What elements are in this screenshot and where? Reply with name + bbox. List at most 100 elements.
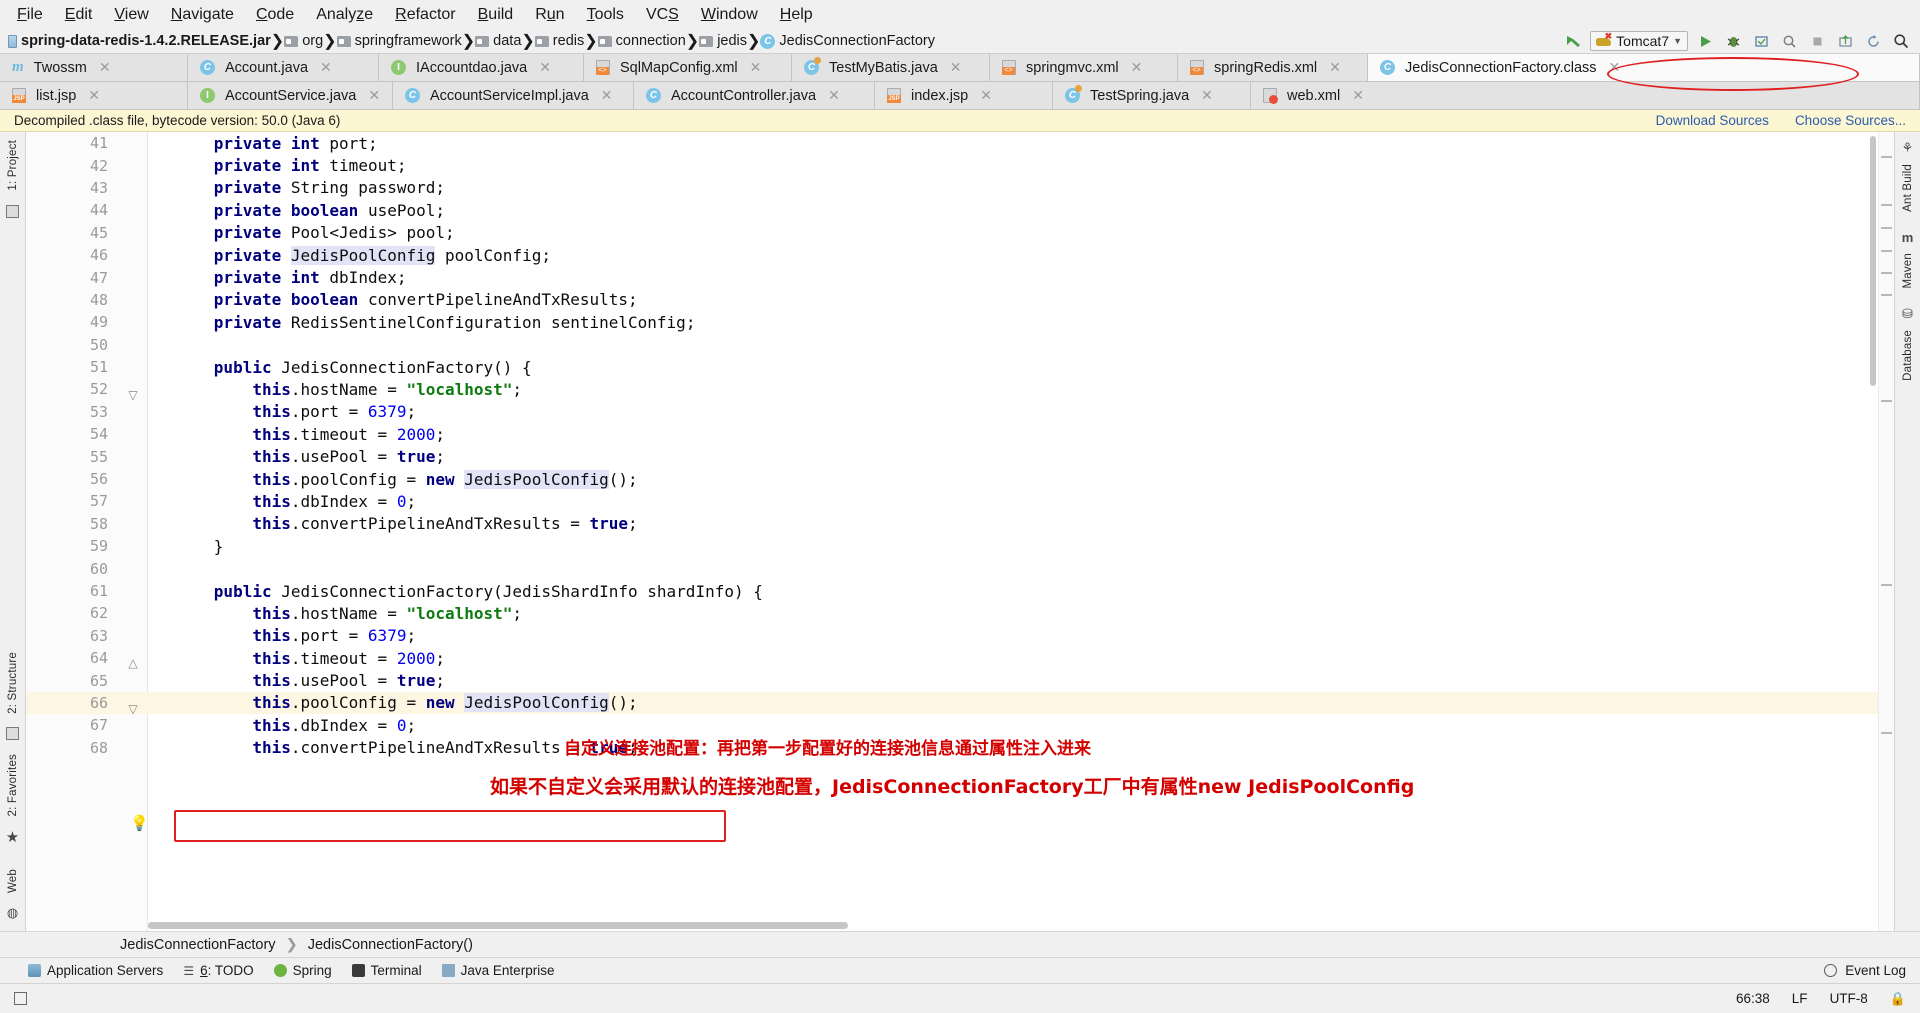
code-line[interactable]: 55 this.usePool = true;: [26, 445, 1894, 467]
code-line[interactable]: 58 this.convertPipelineAndTxResults = tr…: [26, 513, 1894, 535]
code-line[interactable]: 64 this.timeout = 2000;: [26, 647, 1894, 669]
code-line[interactable]: 48 private boolean convertPipelineAndTxR…: [26, 289, 1894, 311]
editor-breadcrumb-method[interactable]: JedisConnectionFactory(): [308, 937, 473, 953]
code-fold-marker[interactable]: ▽: [118, 702, 148, 716]
close-icon[interactable]: ✕: [828, 87, 840, 104]
code-line[interactable]: 49 private RedisSentinelConfiguration se…: [26, 311, 1894, 333]
breadcrumb-item-jedis[interactable]: jedis: [699, 33, 747, 49]
menu-item-help[interactable]: Help: [769, 3, 824, 27]
tool-button-todo[interactable]: ☰ 6: TODO: [183, 963, 253, 978]
code-text[interactable]: }: [148, 537, 1894, 556]
stop-icon[interactable]: [1806, 31, 1828, 51]
menu-item-code[interactable]: Code: [245, 3, 305, 27]
menu-item-run[interactable]: Run: [524, 3, 575, 27]
code-text[interactable]: this.convertPipelineAndTxResults = true;: [148, 514, 1894, 533]
code-line[interactable]: 53 this.port = 6379;: [26, 401, 1894, 423]
download-sources-link[interactable]: Download Sources: [1656, 113, 1769, 128]
coverage-icon[interactable]: [1750, 31, 1772, 51]
structure-panel-icon[interactable]: [6, 727, 19, 741]
sidebar-item-web[interactable]: Web: [5, 861, 21, 901]
tool-button-java-enterprise[interactable]: Java Enterprise: [441, 963, 554, 978]
code-line[interactable]: 60: [26, 557, 1894, 579]
sidebar-item-favorites[interactable]: 2: Favorites: [5, 746, 21, 824]
choose-sources-link[interactable]: Choose Sources...: [1795, 113, 1906, 128]
favorites-star-icon[interactable]: ★: [6, 828, 19, 846]
close-icon[interactable]: ✕: [88, 87, 100, 104]
caret-position[interactable]: 66:38: [1736, 991, 1770, 1006]
line-separator[interactable]: LF: [1792, 991, 1808, 1006]
search-icon[interactable]: [1890, 31, 1912, 51]
tool-button-terminal[interactable]: Terminal: [351, 963, 422, 978]
code-text[interactable]: private int port;: [148, 134, 1894, 153]
back-arrow-icon[interactable]: [1562, 31, 1584, 51]
file-encoding[interactable]: UTF-8: [1830, 991, 1868, 1006]
code-line[interactable]: 42 private int timeout;: [26, 154, 1894, 176]
menu-item-analyze[interactable]: Analyze: [305, 3, 384, 27]
code-text[interactable]: private Pool<Jedis> pool;: [148, 223, 1894, 242]
code-line[interactable]: 46 private JedisPoolConfig poolConfig;: [26, 244, 1894, 266]
menu-item-navigate[interactable]: Navigate: [160, 3, 245, 27]
code-line[interactable]: 44 private boolean usePool;: [26, 199, 1894, 221]
close-icon[interactable]: ✕: [980, 87, 992, 104]
hide-panels-icon[interactable]: [14, 992, 27, 1005]
debug-icon[interactable]: [1722, 31, 1744, 51]
horizontal-scrollbar[interactable]: [148, 922, 848, 929]
code-text[interactable]: public JedisConnectionFactory() {: [148, 358, 1894, 377]
tab-springredis-xml[interactable]: springRedis.xml ✕: [1178, 54, 1368, 82]
tab-account-java[interactable]: C Account.java ✕: [188, 54, 379, 82]
event-log-label[interactable]: Event Log: [1845, 963, 1906, 978]
code-line[interactable]: 43 private String password;: [26, 177, 1894, 199]
editor-breadcrumb-class[interactable]: JedisConnectionFactory: [120, 937, 276, 953]
close-icon[interactable]: ✕: [1609, 59, 1621, 76]
tab-testspring-java[interactable]: C TestSpring.java ✕: [1053, 82, 1251, 110]
code-text[interactable]: private int timeout;: [148, 156, 1894, 175]
breadcrumb-item-connection[interactable]: connection: [597, 33, 686, 49]
code-text[interactable]: this.dbIndex = 0;: [148, 492, 1894, 511]
tab-accountservice-java[interactable]: I AccountService.java ✕: [188, 82, 393, 110]
tab-accountserviceimpl-java[interactable]: C AccountServiceImpl.java ✕: [393, 82, 634, 110]
breadcrumb-item-class[interactable]: C JedisConnectionFactory: [760, 33, 935, 49]
sidebar-item-project[interactable]: 1: Project: [5, 132, 21, 199]
menu-item-window[interactable]: Window: [690, 3, 769, 27]
code-line[interactable]: 63 this.port = 6379;: [26, 625, 1894, 647]
deploy-icon[interactable]: [1834, 31, 1856, 51]
tool-button-application-servers[interactable]: Application Servers: [28, 963, 163, 978]
code-line[interactable]: 65 this.usePool = true;: [26, 669, 1894, 691]
menu-item-view[interactable]: View: [103, 3, 159, 27]
ant-icon[interactable]: ⚘: [1902, 140, 1914, 156]
tab-web-xml[interactable]: web.xml ✕: [1251, 82, 1920, 110]
close-icon[interactable]: ✕: [1201, 87, 1213, 104]
code-text[interactable]: this.timeout = 2000;: [148, 649, 1894, 668]
breadcrumb-item-jar[interactable]: spring-data-redis-1.4.2.RELEASE.jar: [8, 33, 271, 49]
sidebar-item-structure[interactable]: 2: Structure: [5, 644, 21, 722]
menu-item-tools[interactable]: Tools: [576, 3, 635, 27]
database-icon[interactable]: ⛁: [1902, 306, 1913, 322]
code-line[interactable]: 54 this.timeout = 2000;: [26, 423, 1894, 445]
sidebar-item-database[interactable]: Database: [1900, 322, 1916, 389]
code-line[interactable]: 45 private Pool<Jedis> pool;: [26, 222, 1894, 244]
tab-iaccountdao-java[interactable]: I IAccountdao.java ✕: [379, 54, 584, 82]
run-icon[interactable]: [1694, 31, 1716, 51]
code-text[interactable]: this.timeout = 2000;: [148, 425, 1894, 444]
code-line[interactable]: 50: [26, 334, 1894, 356]
breadcrumb-item-springframework[interactable]: springframework: [336, 33, 462, 49]
code-editor[interactable]: 41 private int port; 42 private int timeo…: [26, 132, 1894, 931]
close-icon[interactable]: ✕: [1131, 59, 1143, 76]
menu-item-edit[interactable]: Edit: [54, 3, 104, 27]
menu-item-refactor[interactable]: Refactor: [384, 3, 466, 27]
code-text[interactable]: this.usePool = true;: [148, 671, 1894, 690]
close-icon[interactable]: ✕: [1329, 59, 1341, 76]
code-line[interactable]: 56 this.poolConfig = new JedisPoolConfig…: [26, 468, 1894, 490]
tab-sqlmapconfig-xml[interactable]: SqlMapConfig.xml ✕: [584, 54, 792, 82]
sync-icon[interactable]: [1862, 31, 1884, 51]
close-icon[interactable]: ✕: [320, 59, 332, 76]
code-lines-container[interactable]: 41 private int port; 42 private int timeo…: [26, 132, 1894, 931]
code-fold-marker[interactable]: △: [118, 656, 148, 670]
tool-button-spring[interactable]: Spring: [273, 963, 332, 978]
close-icon[interactable]: ✕: [539, 59, 551, 76]
menu-item-build[interactable]: Build: [467, 3, 525, 27]
code-line[interactable]: 51 public JedisConnectionFactory() {: [26, 356, 1894, 378]
vertical-scrollbar[interactable]: [1870, 136, 1876, 386]
code-line[interactable]: 47 private int dbIndex;: [26, 266, 1894, 288]
code-text[interactable]: this.poolConfig = new JedisPoolConfig();: [148, 693, 1894, 713]
